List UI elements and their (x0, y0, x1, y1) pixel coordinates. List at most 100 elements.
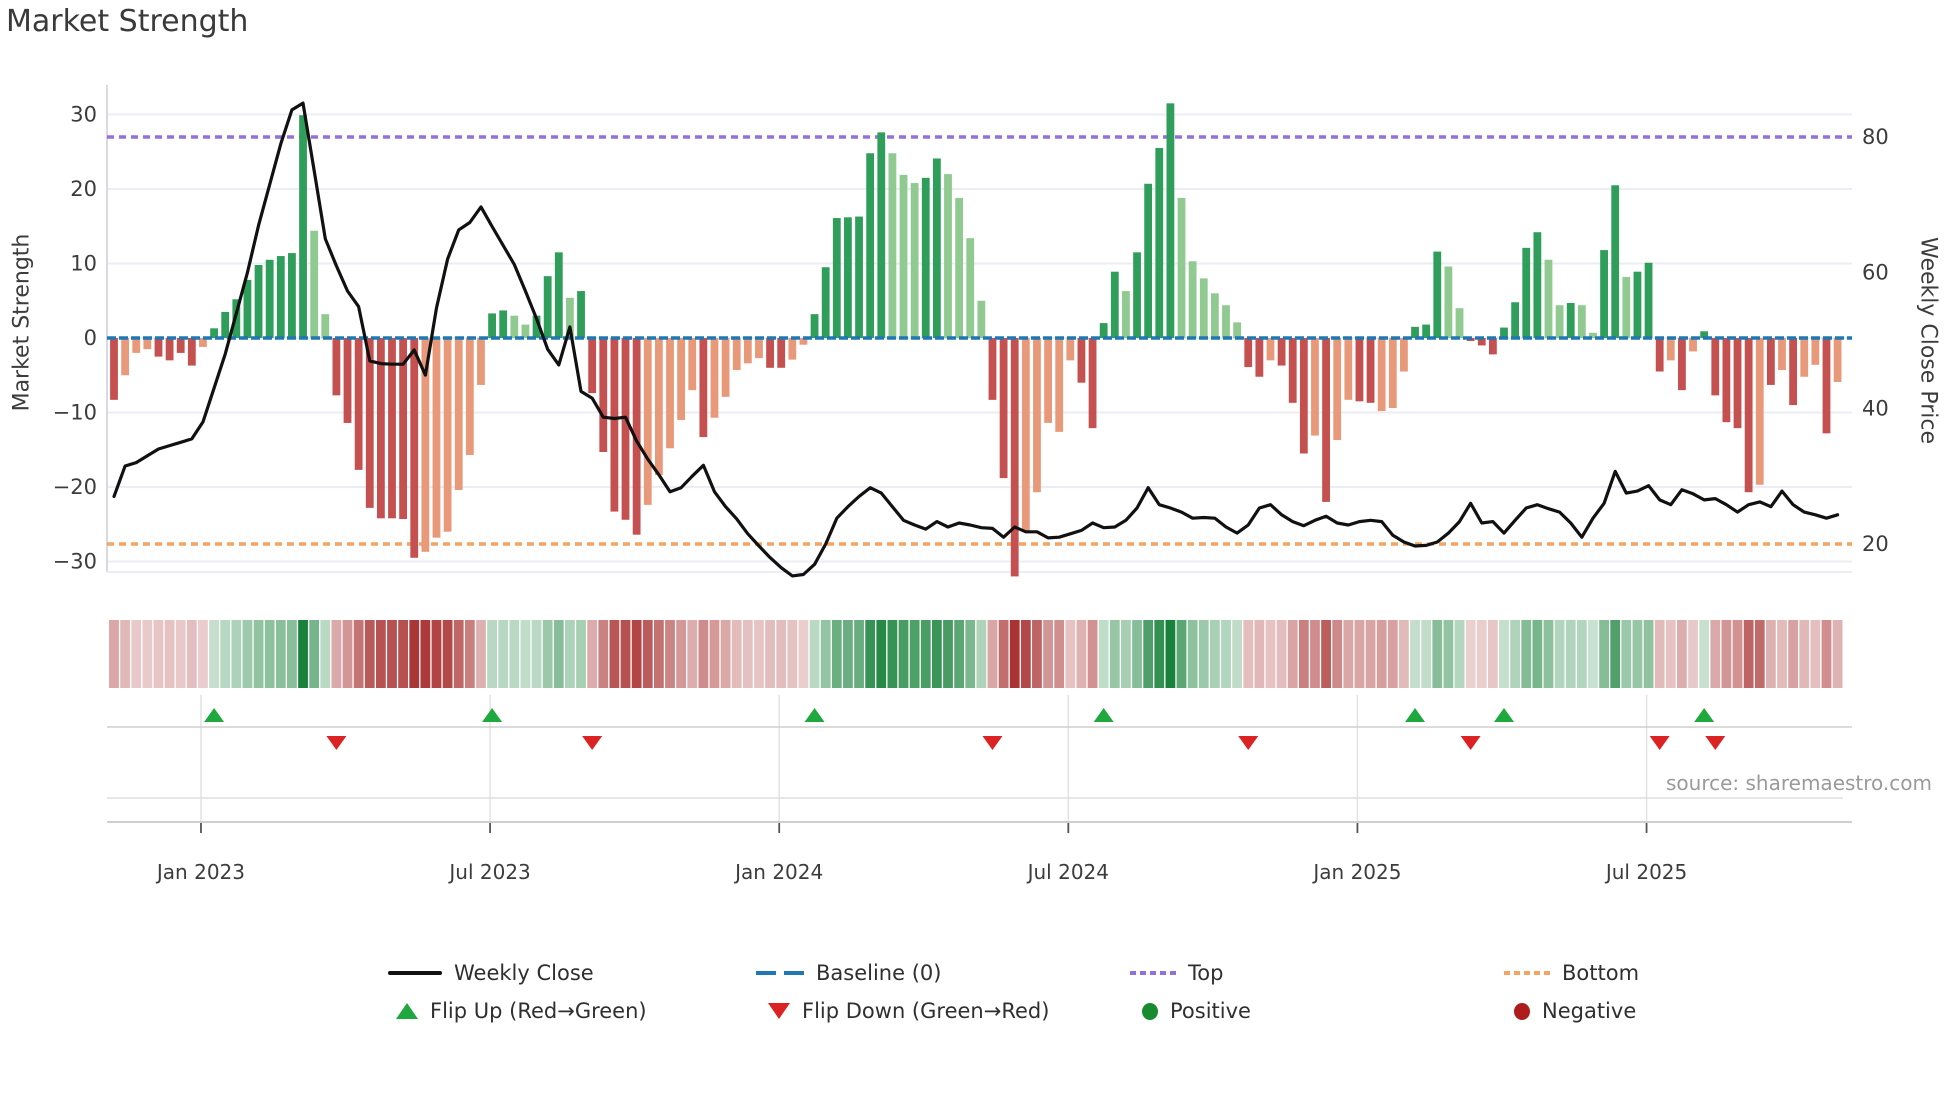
strength-bar (1355, 338, 1364, 402)
strength-bar (1133, 252, 1141, 338)
heatmap-cell (398, 620, 409, 688)
flip-down-marker (1649, 736, 1670, 750)
heatmap-cell (1621, 620, 1632, 688)
heatmap-cell (1677, 620, 1687, 688)
heatmap-cell (442, 620, 453, 688)
heatmap-cell (131, 620, 142, 688)
legend-item-baseline-0: Baseline (0) (756, 961, 941, 985)
heatmap-cell (1465, 620, 1476, 688)
heatmap-cell (787, 620, 798, 688)
heatmap-cell (1176, 620, 1187, 688)
heatmap-cell (1699, 620, 1710, 688)
heatmap-cell (1387, 620, 1398, 688)
heatmap-cell (1054, 620, 1065, 688)
heatmap-cell (431, 620, 442, 688)
strength-bar (1177, 197, 1186, 338)
heatmap-cell (765, 620, 775, 688)
strength-bar (1600, 250, 1608, 338)
strength-bar (410, 338, 419, 558)
strength-bar (454, 338, 463, 490)
heatmap-cell (320, 620, 331, 688)
heatmap-cell (720, 620, 731, 688)
heatmap-cell (1788, 620, 1799, 688)
y-left-tick-label: 20 (70, 177, 97, 201)
market-strength-chart: Jan 2023 Jul 2023 Jan 2024 Jul 2024 Jan 2025… (53, 85, 1889, 884)
source-credit: source: sharemaestro.com (1666, 771, 1932, 795)
strength-bar (1633, 271, 1642, 338)
heatmap-cell (1443, 620, 1454, 688)
heatmap-cell (1243, 620, 1254, 688)
legend-item-bottom: Bottom (1504, 961, 1639, 985)
heatmap-cell (375, 620, 386, 688)
y-right-tick-label: 60 (1862, 261, 1889, 285)
strength-bar (187, 338, 196, 366)
legend-label: Negative (1542, 999, 1637, 1023)
strength-bar (254, 264, 263, 338)
strength-bar (443, 338, 452, 532)
flip-up-marker (1694, 708, 1715, 722)
heatmap-cell (1343, 620, 1354, 688)
heatmap-cell (1020, 620, 1031, 688)
strength-bar (1666, 338, 1675, 361)
heatmap-cell (843, 620, 853, 688)
strength-bar (1344, 338, 1353, 400)
strength-bar (1055, 338, 1064, 432)
heatmap-cell (498, 620, 509, 688)
heatmap-cell (220, 620, 231, 688)
strength-bar (1555, 305, 1564, 338)
strength-bar (1766, 338, 1775, 385)
heatmap-cell (153, 620, 164, 688)
heatmap-cell (1165, 620, 1176, 688)
heatmap-cell (487, 620, 497, 688)
heatmap-cell (609, 620, 620, 688)
heatmap-cell (298, 620, 308, 688)
strength-bar (521, 324, 530, 338)
strength-bar (1433, 251, 1442, 338)
strength-bar (677, 338, 686, 420)
strength-bar (1744, 338, 1753, 493)
strength-bar (1722, 338, 1731, 423)
heatmap-cell (264, 620, 275, 688)
strength-bar (176, 338, 185, 353)
strength-bar (321, 314, 330, 338)
strength-bar (710, 338, 719, 418)
heatmap-cell (809, 620, 820, 688)
strength-bar (643, 338, 652, 505)
y-right-tick-label: 80 (1862, 125, 1889, 149)
heatmap-cell (898, 620, 909, 688)
strength-bar (588, 338, 597, 394)
flip-down-marker (326, 736, 347, 750)
baseline-swatch (756, 971, 804, 975)
heatmap-cell (587, 620, 598, 688)
heatmap-cell (1688, 620, 1698, 688)
heatmap-cell (1087, 620, 1098, 688)
strength-bar (821, 267, 830, 338)
heatmap-cell (1421, 620, 1432, 688)
heatmap-cell (387, 620, 397, 688)
strength-bar (877, 132, 886, 338)
heatmap-cell (653, 620, 664, 688)
strength-bar (599, 338, 608, 452)
strength-bar (110, 338, 118, 400)
heatmap-cell (531, 620, 542, 688)
heatmap-cell (1298, 620, 1309, 688)
heatmap-cell (409, 620, 420, 688)
strength-bar (1044, 338, 1052, 423)
heatmap-cell (275, 620, 286, 688)
strength-bar (888, 153, 897, 338)
heatmap-cell (665, 620, 675, 688)
heatmap-cell (709, 620, 720, 688)
strength-bar (1077, 338, 1086, 383)
y-left-tick-label: −10 (53, 401, 97, 425)
strength-bar (1644, 262, 1653, 338)
heatmap-cell (509, 620, 520, 688)
x-tick-label: Jul 2025 (1604, 860, 1687, 884)
heatmap-cell (598, 620, 609, 688)
strength-bar (1422, 324, 1431, 338)
flip-down-marker (982, 736, 1003, 750)
flip-up-marker (1093, 708, 1114, 722)
strength-bar (1210, 293, 1219, 338)
heatmap-cell (364, 620, 375, 688)
legend-dot-icon (1514, 1002, 1530, 1020)
heatmap-cell (1221, 620, 1231, 688)
